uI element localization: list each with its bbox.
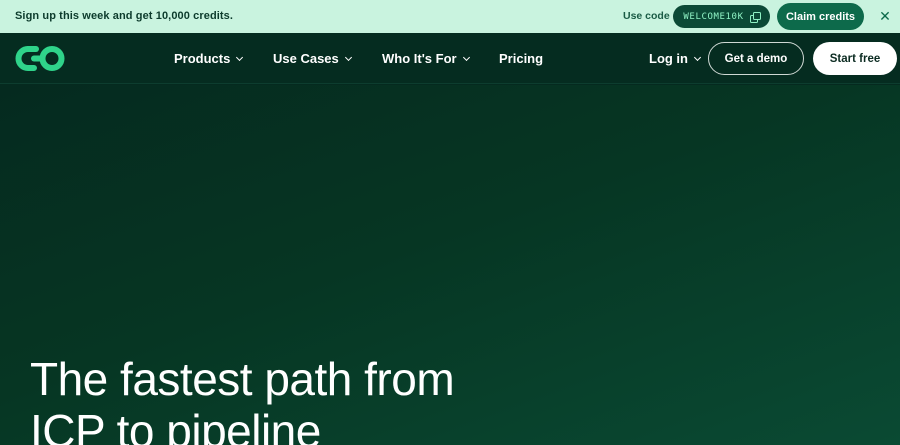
claim-credits-button[interactable]: Claim credits	[777, 3, 864, 30]
start-free-button[interactable]: Start free	[813, 42, 897, 75]
hero-title: The fastest path from ICP to pipeline	[30, 353, 630, 445]
nav-pricing[interactable]: Pricing	[499, 51, 543, 66]
nav-who-its-for[interactable]: Who It's For	[382, 51, 470, 66]
nav-products[interactable]: Products	[174, 51, 244, 66]
main-nav: Products Use Cases Who It's For Pricing …	[0, 33, 900, 84]
nav-products-label: Products	[174, 51, 231, 66]
nav-use-cases[interactable]: Use Cases	[273, 51, 352, 66]
chevron-down-icon	[462, 53, 470, 61]
chevron-down-icon	[236, 53, 244, 61]
nav-who-its-for-label: Who It's For	[382, 51, 457, 66]
promo-text: Sign up this week and get 10,000 credits…	[15, 10, 234, 22]
hero-title-line-1: The fastest path from	[30, 353, 455, 405]
chevron-down-icon	[693, 53, 702, 61]
chevron-down-icon	[344, 53, 352, 61]
login-label: Log in	[649, 51, 688, 66]
get-demo-button[interactable]: Get a demo	[708, 42, 804, 75]
promo-code-chip[interactable]: WELCOME10K	[673, 5, 770, 28]
login-link[interactable]: Log in	[649, 51, 702, 66]
copy-icon[interactable]	[749, 11, 761, 23]
hero-section: The fastest path from ICP to pipeline	[0, 85, 900, 445]
hero-title-line-2: ICP to pipeline	[30, 405, 321, 445]
promo-banner: Sign up this week and get 10,000 credits…	[0, 0, 900, 33]
linked-loops-logo-icon[interactable]	[14, 45, 66, 72]
use-code-label: Use code	[623, 10, 670, 22]
close-icon[interactable]: ✕	[877, 8, 893, 24]
nav-use-cases-label: Use Cases	[273, 51, 339, 66]
promo-code-text: WELCOME10K	[683, 11, 744, 22]
nav-pricing-label: Pricing	[499, 51, 544, 66]
